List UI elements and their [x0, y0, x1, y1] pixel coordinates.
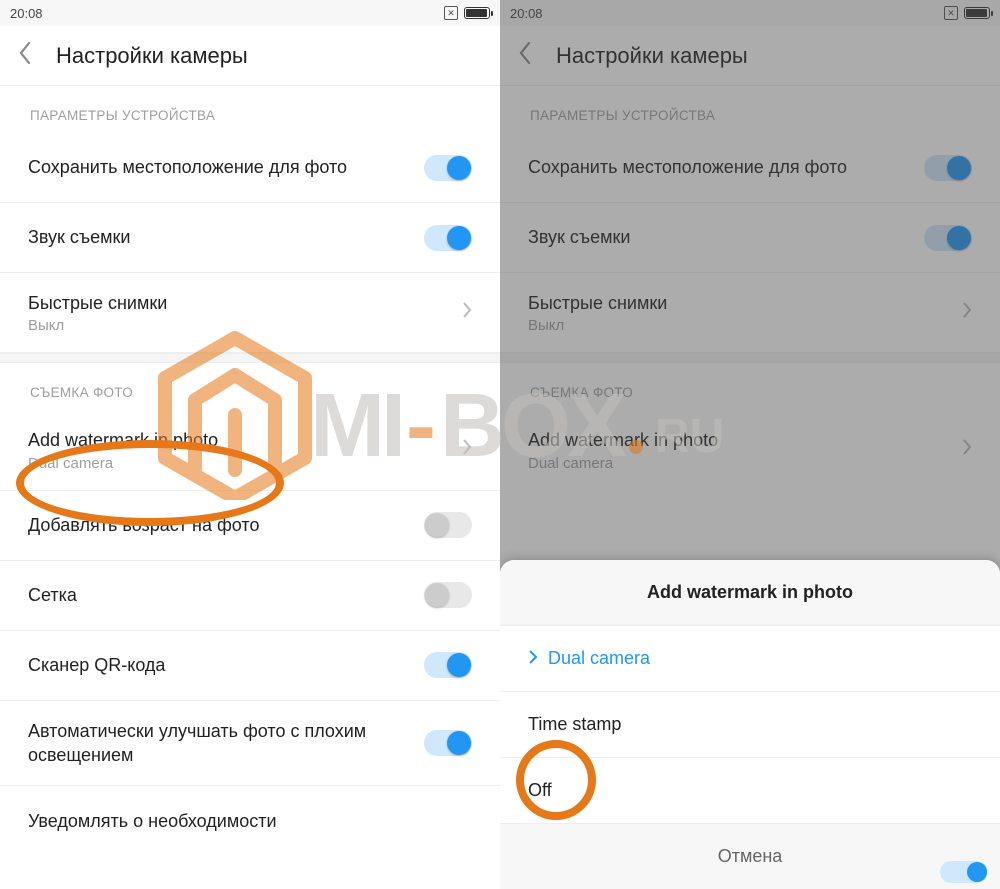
- dialog-option-time-stamp[interactable]: Time stamp: [500, 692, 1000, 758]
- back-icon[interactable]: [18, 41, 34, 70]
- chevron-right-icon: [462, 439, 472, 460]
- dialog-option-off[interactable]: Off: [500, 758, 1000, 824]
- dialog-title: Add watermark in photo: [500, 560, 1000, 626]
- row-auto-enhance[interactable]: Автоматически улучшать фото с плохим осв…: [0, 701, 500, 787]
- label-age: Добавлять возраст на фото: [28, 513, 414, 537]
- row-grid[interactable]: Сетка: [0, 561, 500, 631]
- value-watermark: Dual camera: [28, 455, 452, 472]
- row-quick-shots[interactable]: Быстрые снимки Выкл: [0, 273, 500, 353]
- dialog-cancel-button[interactable]: Отмена: [500, 824, 1000, 889]
- label-auto-enhance: Автоматически улучшать фото с плохим осв…: [28, 719, 414, 768]
- value-quick-shots: Выкл: [28, 317, 452, 334]
- screen-left: 20:08 ✕ Настройки камеры ПАРАМЕТРЫ УСТРО…: [0, 0, 500, 889]
- label-quick-shots: Быстрые снимки: [28, 291, 452, 315]
- chevron-right-icon: [528, 648, 538, 669]
- dialog-option-dual-camera[interactable]: Dual camera: [500, 626, 1000, 692]
- screen-right: 20:08 ✕ Настройки камеры ПАРАМЕТРЫ УСТРО…: [500, 0, 1000, 889]
- page-header: Настройки камеры: [0, 26, 500, 86]
- toggle-qr[interactable]: [424, 652, 472, 678]
- label-shutter-sound: Звук съемки: [28, 225, 414, 249]
- row-save-location[interactable]: Сохранить местоположение для фото: [0, 133, 500, 203]
- row-shutter-sound[interactable]: Звук съемки: [0, 203, 500, 273]
- page-title: Настройки камеры: [56, 43, 248, 69]
- row-qr[interactable]: Сканер QR-кода: [0, 631, 500, 701]
- toggle-age[interactable]: [424, 512, 472, 538]
- label-save-location: Сохранить местоположение для фото: [28, 155, 414, 179]
- status-time: 20:08: [10, 6, 43, 21]
- label-notify: Уведомлять о необходимости: [28, 809, 462, 833]
- dialog-option-label: Off: [528, 780, 552, 801]
- status-bar: 20:08 ✕: [0, 0, 500, 26]
- toggle-auto-enhance[interactable]: [424, 730, 472, 756]
- row-notify[interactable]: Уведомлять о необходимости: [0, 786, 500, 856]
- section-divider: [0, 353, 500, 363]
- toggle-save-location[interactable]: [424, 155, 472, 181]
- section-device-title: ПАРАМЕТРЫ УСТРОЙСТВА: [0, 86, 500, 133]
- battery-icon: [464, 7, 490, 19]
- row-age[interactable]: Добавлять возраст на фото: [0, 491, 500, 561]
- close-box-icon: ✕: [444, 6, 458, 20]
- chevron-right-icon: [462, 302, 472, 323]
- label-watermark: Add watermark in photo: [28, 428, 452, 452]
- toggle-grid[interactable]: [424, 582, 472, 608]
- toggle-peek: [940, 861, 988, 883]
- section-photo-title: СЪЕМКА ФОТО: [0, 363, 500, 410]
- toggle-shutter-sound[interactable]: [424, 225, 472, 251]
- dialog-option-label: Dual camera: [548, 648, 650, 669]
- dialog-option-label: Time stamp: [528, 714, 621, 735]
- label-qr: Сканер QR-кода: [28, 653, 414, 677]
- row-watermark[interactable]: Add watermark in photo Dual camera: [0, 410, 500, 490]
- dialog-watermark: Add watermark in photo Dual camera Time …: [500, 560, 1000, 889]
- label-grid: Сетка: [28, 583, 414, 607]
